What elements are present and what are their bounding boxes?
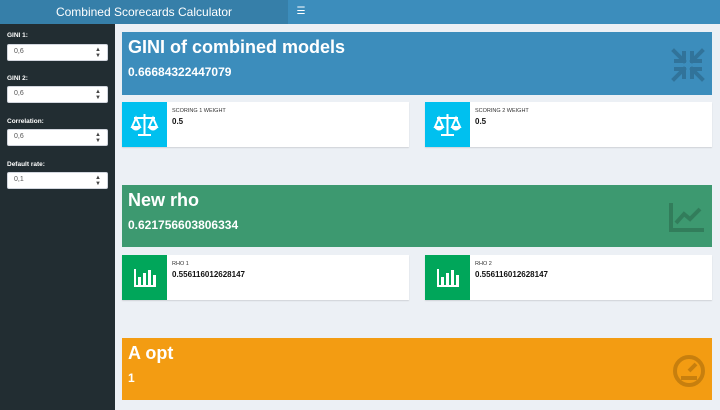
scoring1-weight-box: SCORING 1 WEIGHT 0.5 — [122, 102, 409, 147]
rho1-box: RHO 1 0.556116012628147 — [122, 255, 409, 300]
correlation-input[interactable]: 0,6 ▲ ▼ — [7, 129, 108, 146]
spinner-icon[interactable]: ▲ ▼ — [95, 47, 101, 59]
weight1-value: 0.5 — [172, 117, 184, 126]
gini2-value: 0,6 — [14, 90, 24, 97]
gini1-label: GINI 1: — [7, 32, 28, 39]
gini2-input[interactable]: 0,6 ▲ ▼ — [7, 86, 108, 103]
spinner-icon[interactable]: ▲ ▼ — [95, 175, 101, 187]
default-rate-label: Default rate: — [7, 161, 45, 168]
balance-scale-icon — [130, 114, 159, 136]
scoring2-weight-box: SCORING 2 WEIGHT 0.5 — [425, 102, 712, 147]
spinner-icon[interactable]: ▲ ▼ — [95, 89, 101, 101]
rho2-box: RHO 2 0.556116012628147 — [425, 255, 712, 300]
gini-value: 0.66684322447079 — [128, 65, 232, 79]
spinner-icon[interactable]: ▲ ▼ — [95, 132, 101, 144]
gini-title: GINI of combined models — [128, 37, 346, 57]
bar-chart-icon — [134, 269, 156, 287]
aopt-value: 1 — [128, 371, 135, 385]
rho2-value: 0.556116012628147 — [475, 270, 548, 279]
gini1-value: 0,6 — [14, 48, 24, 55]
weight2-label: SCORING 2 WEIGHT — [475, 108, 529, 114]
bar-chart-icon — [437, 269, 459, 287]
rho1-value: 0.556116012628147 — [172, 270, 245, 279]
sidebar-toggle-icon[interactable]: ☰ — [289, 0, 313, 24]
aopt-value-box: A opt 1 — [122, 338, 712, 400]
line-chart-icon — [669, 203, 704, 232]
default-rate-value: 0,1 — [14, 176, 24, 183]
default-rate-input[interactable]: 0,1 ▲ ▼ — [7, 172, 108, 189]
icon-block — [122, 102, 167, 147]
icon-block — [425, 102, 470, 147]
weight1-label: SCORING 1 WEIGHT — [172, 108, 226, 114]
rho-value: 0.621756603806334 — [128, 218, 239, 232]
gini2-label: GINI 2: — [7, 75, 28, 82]
aopt-title: A opt — [128, 343, 174, 363]
app-title[interactable]: Combined Scorecards Calculator — [0, 0, 288, 24]
rho1-label: RHO 1 — [172, 261, 189, 267]
correlation-label: Correlation: — [7, 118, 44, 125]
correlation-value: 0,6 — [14, 133, 24, 140]
compress-icon — [671, 48, 705, 82]
rho-title: New rho — [128, 190, 200, 210]
icon-block — [425, 255, 470, 300]
sidebar: GINI 1: 0,6 ▲ ▼ GINI 2: 0,6 ▲ ▼ Correlatio… — [0, 24, 115, 410]
header: Combined Scorecards Calculator ☰ — [0, 0, 720, 24]
gini-value-box: GINI of combined models 0.66684322447079 — [122, 32, 712, 95]
icon-block — [122, 255, 167, 300]
rho2-label: RHO 2 — [475, 261, 492, 267]
gauge-icon — [673, 355, 705, 387]
rho-value-box: New rho 0.621756603806334 — [122, 185, 712, 247]
weight2-value: 0.5 — [475, 117, 487, 126]
gini1-input[interactable]: 0,6 ▲ ▼ — [7, 44, 108, 61]
balance-scale-icon — [433, 114, 462, 136]
